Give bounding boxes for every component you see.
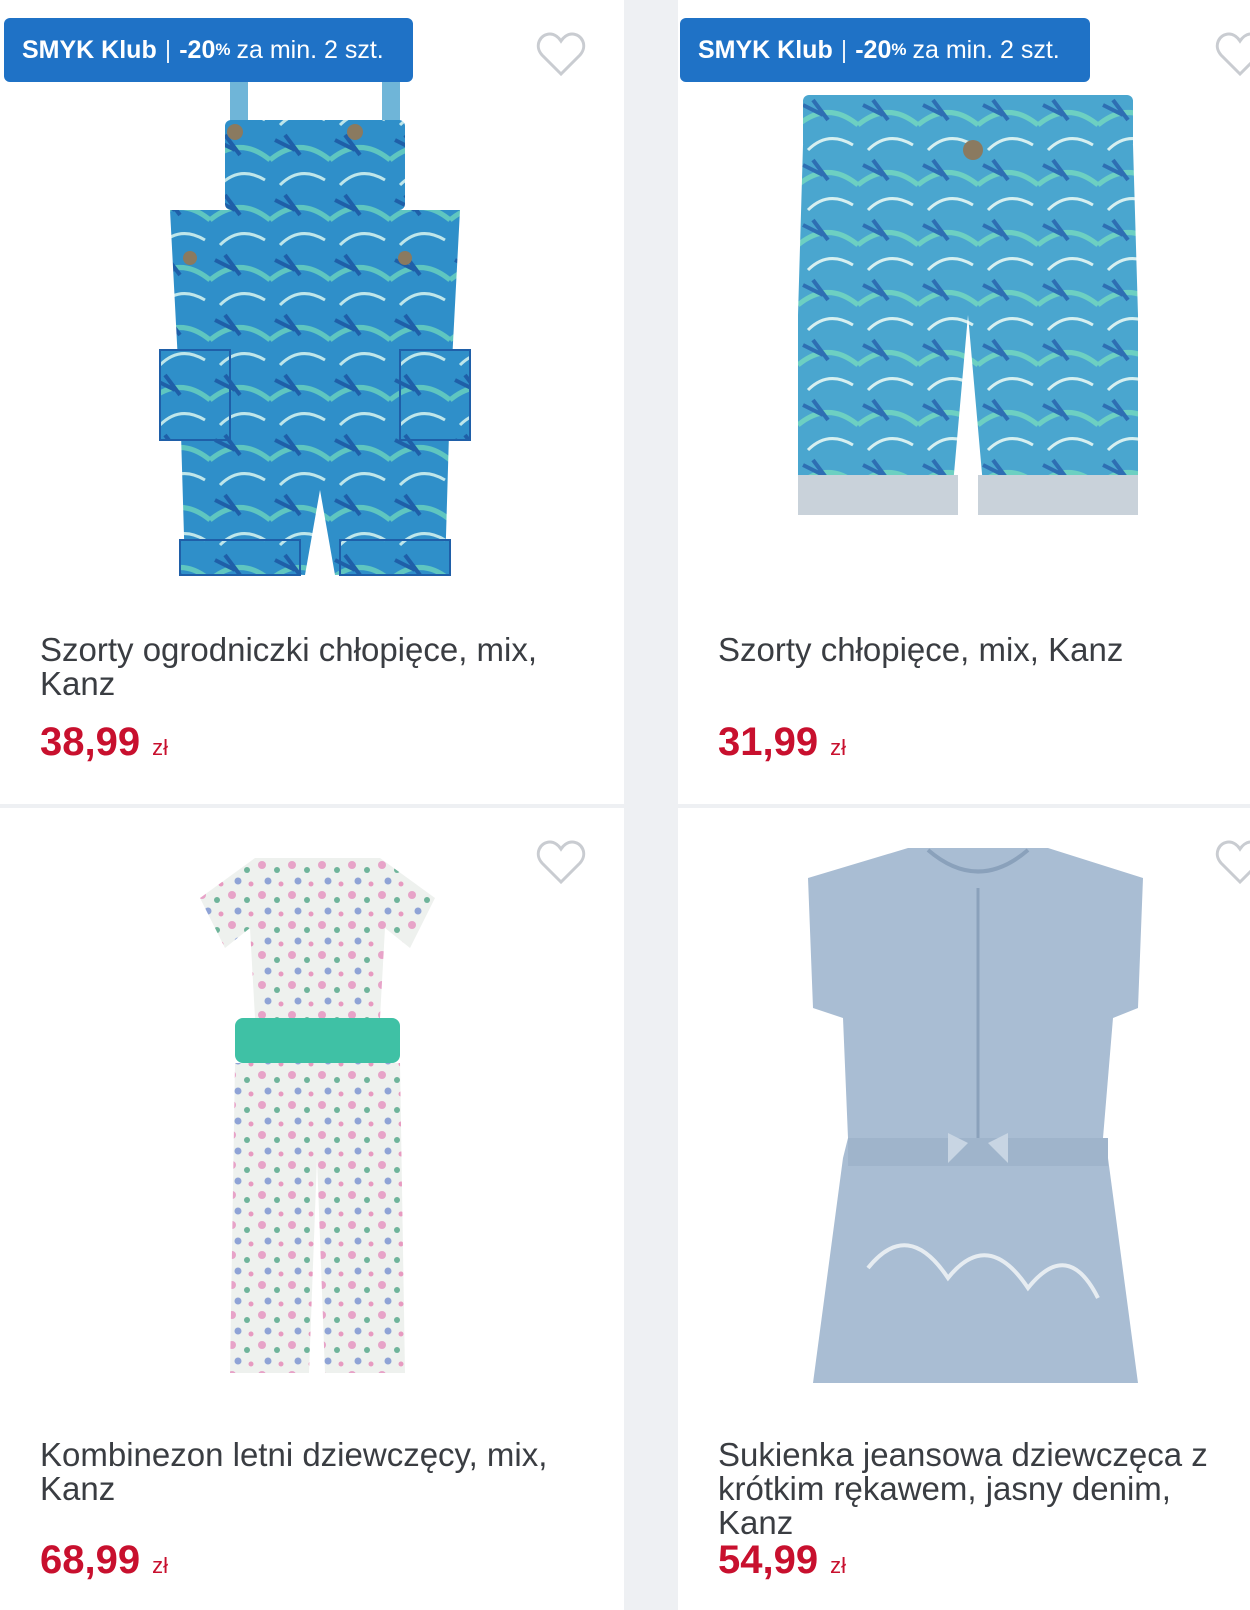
badge-separator: |: [164, 35, 172, 64]
product-price: 38,99 zł: [40, 720, 168, 770]
badge-discount: -20: [855, 35, 892, 64]
badge-percent: %: [891, 40, 907, 59]
currency: zł: [152, 1553, 168, 1578]
price-value: 68,99: [40, 1538, 141, 1582]
product-image-shorts[interactable]: [793, 95, 1143, 530]
badge-percent: %: [215, 40, 231, 59]
product-price: 54,99 zł: [718, 1538, 846, 1588]
favorite-heart-icon[interactable]: [1215, 30, 1250, 78]
badge-brand: SMYK Klub: [698, 35, 833, 64]
favorite-heart-icon[interactable]: [1215, 838, 1250, 886]
price-value: 54,99: [718, 1538, 819, 1582]
smyk-klub-badge: SMYK Klub | -20 % za min. 2 szt.: [4, 18, 413, 82]
product-card[interactable]: SMYK Klub | -20 % za min. 2 szt. Szorty …: [678, 0, 1250, 804]
currency: zł: [830, 735, 846, 760]
badge-discount: -20: [179, 35, 216, 64]
currency: zł: [830, 1553, 846, 1578]
badge-text: za min. 2 szt.: [912, 35, 1060, 64]
product-card[interactable]: SMYK Klub | -20 % za min. 2 szt. Szorty …: [0, 0, 624, 804]
product-title[interactable]: Szorty ogrodniczki chłopięce, mix, Kanz: [40, 633, 580, 701]
product-image-denim-dress[interactable]: [798, 838, 1158, 1403]
price-value: 38,99: [40, 720, 141, 764]
smyk-klub-badge: SMYK Klub | -20 % za min. 2 szt.: [680, 18, 1090, 82]
product-title[interactable]: Sukienka jeansowa dziewczęca z krótkim r…: [718, 1438, 1233, 1540]
product-title[interactable]: Szorty chłopięce, mix, Kanz: [718, 633, 1233, 667]
badge-brand: SMYK Klub: [22, 35, 157, 64]
favorite-heart-icon[interactable]: [536, 838, 586, 886]
favorite-heart-icon[interactable]: [536, 30, 586, 78]
product-card[interactable]: Sukienka jeansowa dziewczęca z krótkim r…: [678, 808, 1250, 1610]
currency: zł: [152, 735, 168, 760]
product-image-overalls[interactable]: [150, 70, 480, 600]
product-card[interactable]: Kombinezon letni dziewczęcy, mix, Kanz 6…: [0, 808, 624, 1610]
product-price: 68,99 zł: [40, 1538, 168, 1588]
product-price: 31,99 zł: [718, 720, 846, 770]
badge-text: za min. 2 szt.: [236, 35, 384, 64]
product-title[interactable]: Kombinezon letni dziewczęcy, mix, Kanz: [40, 1438, 580, 1506]
price-value: 31,99: [718, 720, 819, 764]
badge-separator: |: [840, 35, 848, 64]
product-image-jumpsuit[interactable]: [195, 858, 440, 1388]
product-grid: SMYK Klub | -20 % za min. 2 szt. Szorty …: [0, 0, 1250, 1610]
